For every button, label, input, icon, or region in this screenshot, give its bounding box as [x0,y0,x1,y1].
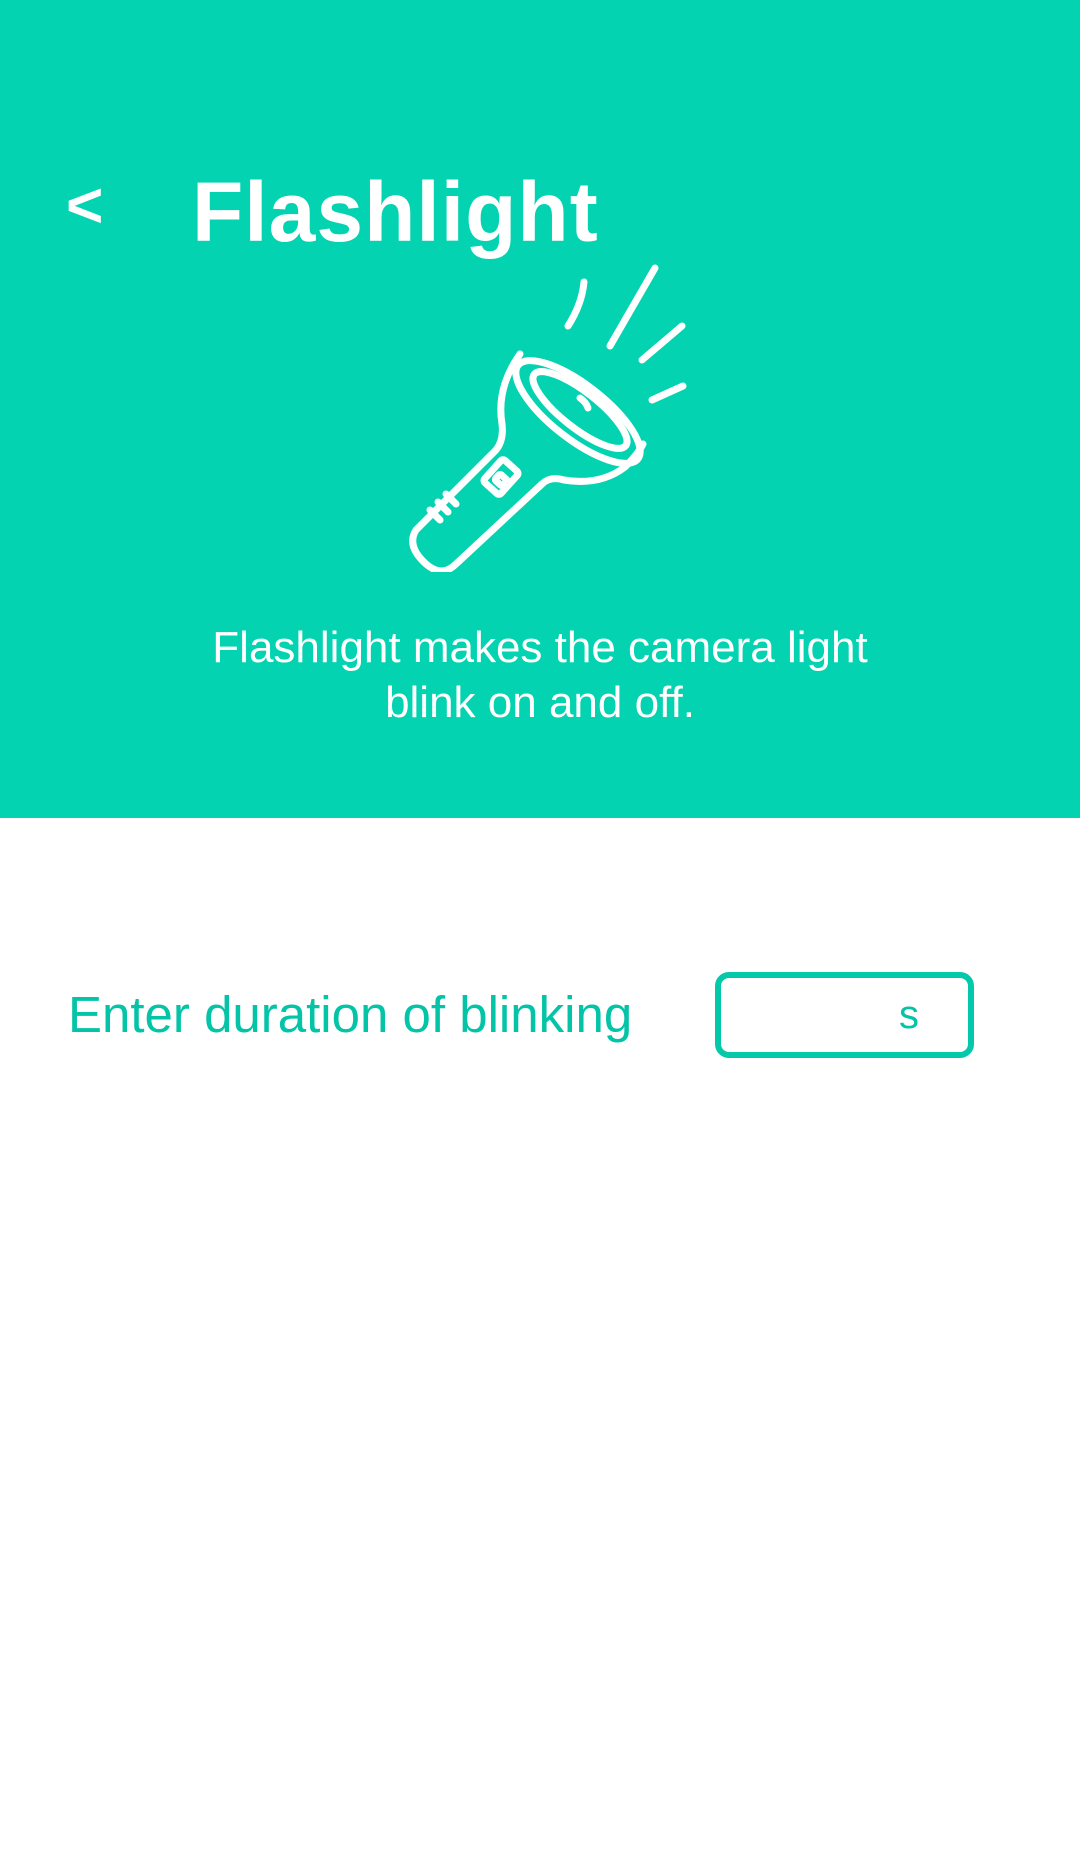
flashlight-icon [409,264,687,572]
unit-label: s [899,993,919,1037]
header-banner: < Flashlight Flashlight makes the camera… [0,0,1080,818]
description-line: blink on and off. [385,678,695,727]
back-button[interactable]: < [66,168,126,242]
duration-field[interactable]: s [715,972,974,1058]
duration-input[interactable] [733,988,887,1044]
description-line: Flashlight makes the camera light [212,623,868,672]
page-title: Flashlight [192,165,599,259]
duration-label: Enter duration of blinking [68,986,633,1043]
description: Flashlight makes the camera light blink … [140,620,940,730]
